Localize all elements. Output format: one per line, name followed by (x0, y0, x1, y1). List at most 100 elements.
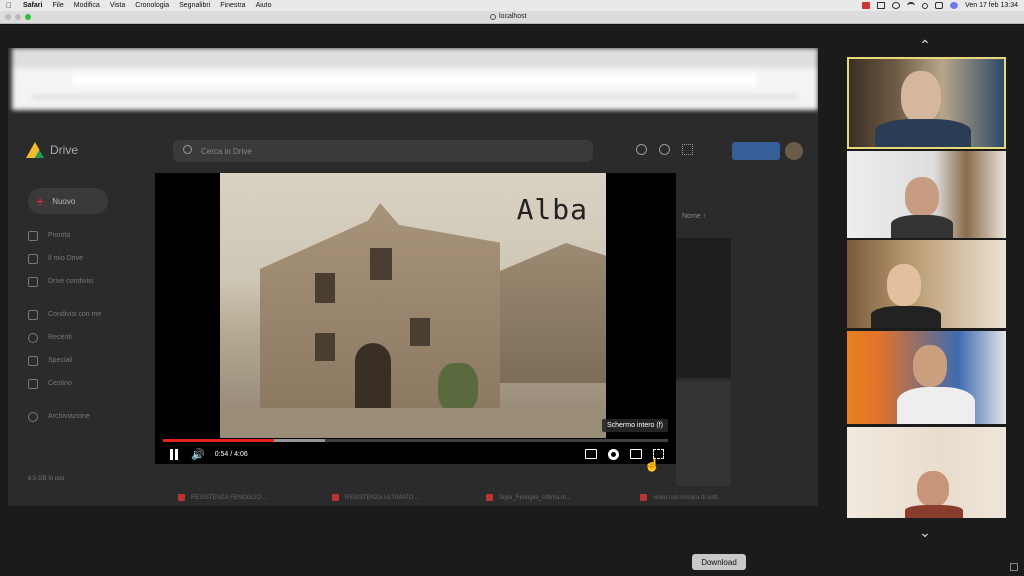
progress-played (163, 439, 275, 442)
new-button[interactable]: + Nuovo (28, 188, 108, 214)
video-frame[interactable]: Alba (220, 173, 606, 438)
time-machine-icon[interactable] (892, 2, 901, 9)
menu-item-aiuto[interactable]: Aiuto (256, 2, 272, 9)
download-button[interactable]: Download (692, 554, 746, 570)
subtitles-icon[interactable] (585, 449, 597, 459)
scroll-up-icon[interactable]: ⌃ (914, 38, 936, 52)
video-file-icon (178, 494, 185, 501)
nav-item-archiviazione[interactable]: Archiviazione (28, 405, 101, 428)
people-icon (28, 309, 38, 320)
apple-icon[interactable]:  (6, 1, 14, 10)
participant-body (897, 387, 975, 424)
menu-item-cronologia[interactable]: Cronologia (135, 2, 169, 9)
sort-label: Nome (682, 213, 701, 220)
file-card[interactable] (676, 381, 731, 486)
siri-icon[interactable] (950, 2, 959, 9)
settings-icon[interactable] (608, 448, 619, 460)
nav-item-mio-drive[interactable]: Il mio Drive (28, 247, 101, 270)
zoom-icon[interactable] (25, 14, 31, 20)
shared-drive-icon (28, 276, 38, 287)
file-item[interactable]: Sigla_Fenoglio_Ultima.m... (486, 494, 612, 501)
nav-label: Recenti (48, 334, 72, 341)
window-image (315, 333, 335, 361)
wifi-icon[interactable] (907, 2, 916, 9)
video-file-icon (640, 494, 647, 501)
drive-search[interactable]: Cerca in Drive (173, 140, 593, 162)
storage-usage: 6,5 GB in uso (28, 476, 65, 482)
nav-item-cestino[interactable]: Cestino (28, 372, 101, 395)
nav-item-drive-condivisi[interactable]: Drive condivisi (28, 270, 101, 293)
file-card[interactable] (676, 238, 731, 378)
volume-icon[interactable]: 🔊 (191, 448, 205, 461)
menu-item-file[interactable]: File (52, 2, 63, 9)
menu-item-segnalibri[interactable]: Segnalibri (179, 2, 210, 9)
pause-button[interactable] (169, 448, 179, 460)
spotlight-icon[interactable] (922, 2, 929, 9)
menu-app-safari[interactable]: Safari (23, 2, 42, 9)
participant-tile[interactable] (847, 240, 1006, 328)
scroll-down-icon[interactable]: ⌄ (914, 525, 936, 539)
time-display: 0:54 / 4:06 (214, 450, 248, 458)
search-icon (183, 145, 192, 154)
globe-icon (490, 13, 496, 20)
participant-avatar (901, 71, 941, 123)
drive-sidebar: Drive + Nuovo Priorità Il mio Drive Driv… (22, 128, 162, 488)
star-icon (28, 355, 38, 366)
hand-cursor-icon: ☝ (644, 457, 661, 472)
window-image (315, 273, 335, 303)
menu-item-finestra[interactable]: Finestra (220, 2, 245, 9)
menu-bar:  Safari File Modifica Vista Cronologia … (0, 0, 1024, 11)
expand-icon[interactable] (1010, 563, 1018, 571)
settings-icon[interactable] (659, 144, 670, 155)
nav-label: Priorità (48, 232, 71, 239)
clock[interactable]: Ven 17 feb 13:34 (965, 2, 1018, 9)
participant-tile[interactable] (847, 427, 1006, 518)
avatar[interactable] (785, 142, 803, 160)
drive-folder-icon (28, 253, 38, 264)
miniplayer-icon[interactable] (630, 449, 642, 459)
drive-top-icons (636, 144, 693, 155)
nav-item-priorita[interactable]: Priorità (28, 224, 101, 247)
nav-label: Archiviazione (48, 413, 90, 420)
cloud-icon (28, 411, 38, 422)
file-name: RESISTENZA FENOGLIO ... (191, 494, 268, 501)
participant-tile[interactable] (847, 331, 1006, 424)
participant-body (871, 306, 941, 328)
window-image (370, 248, 392, 280)
upgrade-button[interactable] (732, 142, 780, 160)
sort-by-name[interactable]: Nome ↑ (682, 213, 706, 220)
menu-item-vista[interactable]: Vista (110, 2, 125, 9)
file-name-row: RESISTENZA FENOGLIO ... RESISTENZA ULTIM… (178, 494, 766, 501)
participant-body (905, 505, 963, 518)
participant-body (875, 119, 971, 147)
file-item[interactable]: video con musica di soft... (640, 494, 766, 501)
drive-logo[interactable]: Drive (26, 142, 78, 158)
player-controls: 🔊 0:54 / 4:06 (163, 445, 668, 463)
nav-item-condivisi-con-me[interactable]: Condivisi con me (28, 303, 101, 326)
apps-icon[interactable] (682, 144, 693, 155)
file-item[interactable]: RESISTENZA FENOGLIO ... (178, 494, 304, 501)
participant-avatar (917, 471, 949, 507)
video-player[interactable]: Alba Schermo intero (f) 🔊 0:54 / 4:06 (155, 173, 676, 464)
participant-tile[interactable] (847, 57, 1006, 149)
keyboard-icon[interactable] (877, 2, 886, 9)
control-center-icon[interactable] (935, 2, 944, 9)
participant-tile[interactable] (847, 151, 1006, 238)
nav-label: Drive condivisi (48, 278, 94, 285)
nav-item-recenti[interactable]: Recenti (28, 326, 101, 349)
nav-item-speciali[interactable]: Speciali (28, 349, 101, 372)
url-text: localhost (499, 13, 527, 20)
plus-icon: + (36, 193, 45, 209)
menu-item-modifica[interactable]: Modifica (74, 2, 100, 9)
close-icon[interactable] (5, 14, 11, 20)
progress-bar[interactable] (163, 439, 668, 442)
building-image (500, 243, 606, 383)
file-item[interactable]: RESISTENZA ULTIMATO ... (332, 494, 458, 501)
clock-icon (28, 332, 38, 343)
minimize-icon[interactable] (15, 14, 21, 20)
help-icon[interactable] (636, 144, 647, 155)
address-bar[interactable]: localhost (490, 13, 527, 20)
participant-body (891, 215, 953, 238)
fullscreen-tooltip: Schermo intero (f) (601, 419, 668, 432)
camera-icon[interactable] (862, 2, 871, 9)
